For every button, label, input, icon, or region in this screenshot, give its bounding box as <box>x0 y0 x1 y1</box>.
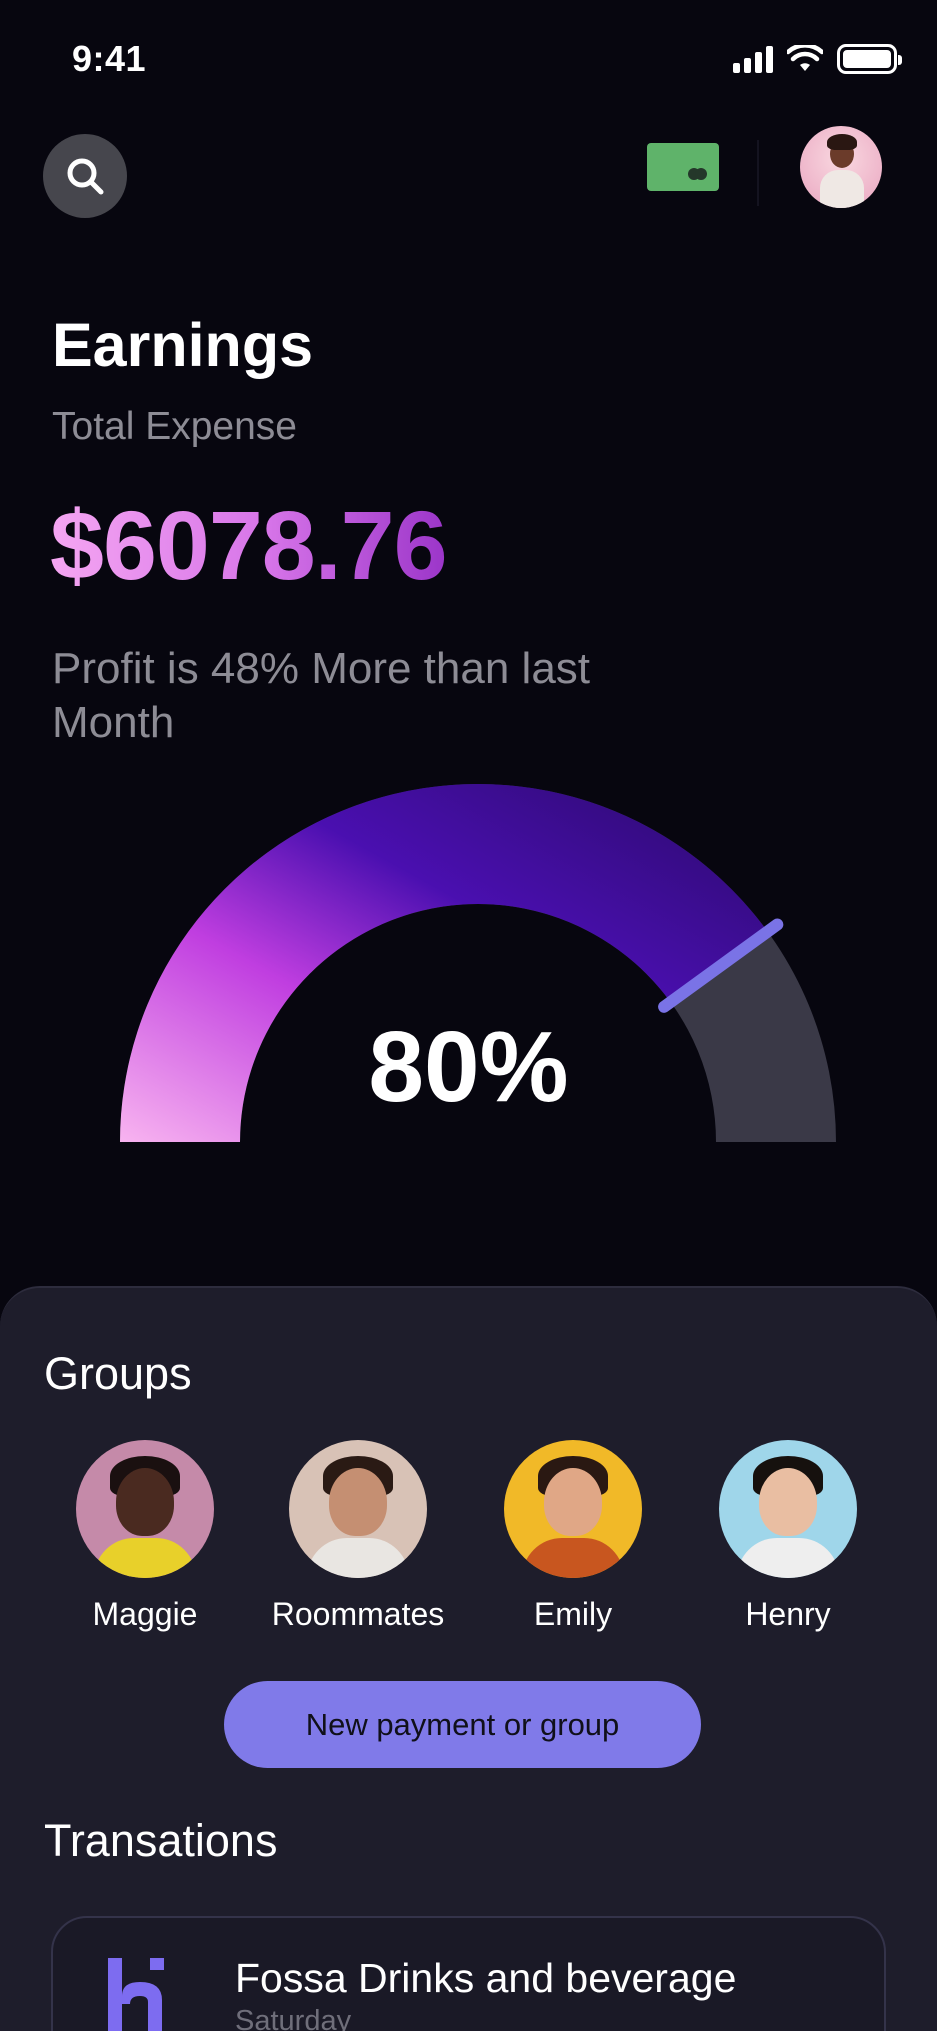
gauge-value: 80% <box>368 1011 569 1123</box>
group-roommates[interactable]: Roommates <box>258 1440 458 1633</box>
battery-icon <box>837 44 902 74</box>
merchant-logo-icon <box>108 1958 164 2031</box>
group-avatar <box>504 1440 642 1578</box>
transactions-title: Transations <box>44 1815 278 1866</box>
profile-avatar[interactable] <box>800 126 882 208</box>
new-payment-button[interactable]: New payment or group <box>224 1681 701 1768</box>
page-title: Earnings <box>52 311 314 379</box>
cellular-signal-icon <box>733 45 773 73</box>
profit-text: Profit is 48% More than last Month <box>52 644 591 747</box>
wifi-icon <box>787 45 823 71</box>
groups-title: Groups <box>44 1348 192 1399</box>
group-name: Henry <box>745 1596 831 1632</box>
group-emily[interactable]: Emily <box>473 1440 673 1633</box>
group-name: Emily <box>533 1596 613 1632</box>
header-divider <box>757 140 759 206</box>
group-avatar <box>289 1440 427 1578</box>
card-button[interactable] <box>647 143 719 191</box>
group-name: Roommates <box>271 1596 445 1632</box>
search-button[interactable] <box>43 134 127 218</box>
group-avatar <box>76 1440 214 1578</box>
group-henry[interactable]: Henry <box>688 1440 888 1633</box>
subtitle: Total Expense <box>52 405 297 448</box>
earnings-amount: $6078.76 <box>50 491 448 600</box>
group-avatar <box>719 1440 857 1578</box>
transaction-date: Saturday <box>235 2005 352 2031</box>
group-maggie[interactable]: Maggie <box>45 1440 245 1633</box>
status-time: 9:41 <box>72 38 147 79</box>
search-icon <box>67 158 104 195</box>
app-screen: 9:41 Earnings Total Expense $6078.76 Pro… <box>0 0 937 2031</box>
group-name: Maggie <box>92 1596 198 1632</box>
transaction-name: Fossa Drinks and beverage <box>235 1955 737 2001</box>
status-icons <box>733 44 902 74</box>
